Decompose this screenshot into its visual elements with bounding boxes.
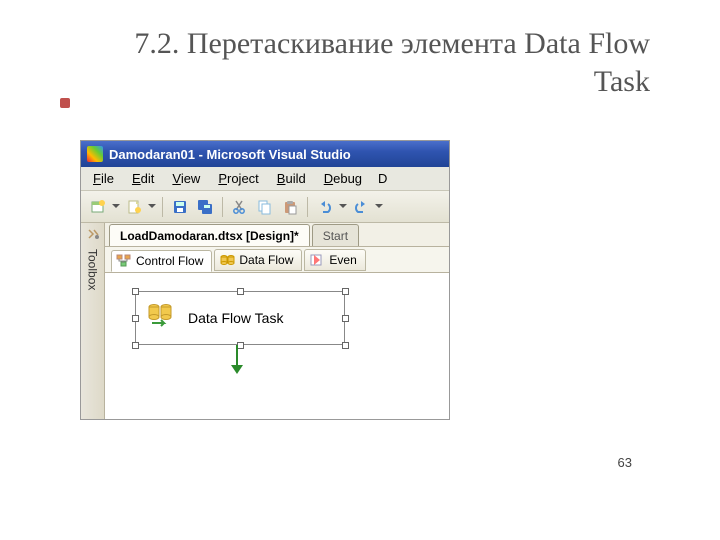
undo-button[interactable] [314,196,336,218]
visual-studio-window: Damodaran01 - Microsoft Visual Studio Fi… [80,140,450,420]
doc-tab-start[interactable]: Start [312,224,359,246]
design-canvas[interactable]: Data Flow Task [105,273,449,419]
resize-handle-s[interactable] [237,342,244,349]
toolbox-panel[interactable]: Toolbox [81,223,105,419]
menu-debug[interactable]: Debug [316,169,370,188]
add-item-button[interactable] [123,196,145,218]
designer-tabs: Control Flow Data Flow Even [105,247,449,273]
resize-handle-se[interactable] [342,342,349,349]
slide-title: 7.2. Перетаскивание элемента Data Flow T… [0,0,720,115]
paste-button[interactable] [279,196,301,218]
add-dropdown[interactable] [148,196,156,218]
menu-build[interactable]: Build [269,169,314,188]
data-flow-task-icon [146,302,174,335]
menu-truncated[interactable]: D [372,169,387,188]
data-flow-task-label: Data Flow Task [188,310,283,326]
toolbar-separator-2 [222,197,223,217]
slide-bullet [60,98,70,108]
cut-button[interactable] [229,196,251,218]
titlebar-text: Damodaran01 - Microsoft Visual Studio [109,147,351,162]
toolbar [81,191,449,223]
resize-handle-n[interactable] [237,288,244,295]
copy-button[interactable] [254,196,276,218]
data-flow-task-node[interactable]: Data Flow Task [135,291,345,345]
tab-data-flow[interactable]: Data Flow [214,249,302,271]
titlebar[interactable]: Damodaran01 - Microsoft Visual Studio [81,141,449,167]
menu-file[interactable]: File [85,169,122,188]
new-dropdown[interactable] [112,196,120,218]
resize-handle-w[interactable] [132,315,139,322]
toolbar-separator [162,197,163,217]
resize-handle-nw[interactable] [132,288,139,295]
redo-dropdown[interactable] [375,196,383,218]
undo-dropdown[interactable] [339,196,347,218]
vs-logo-icon [87,146,103,162]
tab-event-label: Even [329,253,356,267]
tab-event-handlers[interactable]: Even [304,249,365,271]
toolbar-separator-3 [307,197,308,217]
resize-handle-sw[interactable] [132,342,139,349]
document-tabs: LoadDamodaran.dtsx [Design]* Start [105,223,449,247]
output-connector-arrow[interactable] [231,365,243,380]
save-button[interactable] [169,196,191,218]
resize-handle-e[interactable] [342,315,349,322]
data-flow-icon [219,252,235,268]
event-icon [309,252,325,268]
resize-handle-ne[interactable] [342,288,349,295]
tab-control-flow[interactable]: Control Flow [111,250,212,272]
save-all-button[interactable] [194,196,216,218]
page-number: 63 [618,455,632,470]
output-connector-line[interactable] [236,345,238,367]
menubar: File Edit View Project Build Debug D [81,167,449,191]
toolbox-icon [85,227,101,243]
menu-view[interactable]: View [164,169,208,188]
tab-control-flow-label: Control Flow [136,254,203,268]
redo-button[interactable] [350,196,372,218]
tab-data-flow-label: Data Flow [239,253,293,267]
doc-tab-active[interactable]: LoadDamodaran.dtsx [Design]* [109,224,310,246]
control-flow-icon [116,253,132,269]
menu-edit[interactable]: Edit [124,169,162,188]
toolbox-label: Toolbox [86,249,100,290]
menu-project[interactable]: Project [210,169,266,188]
new-project-button[interactable] [87,196,109,218]
